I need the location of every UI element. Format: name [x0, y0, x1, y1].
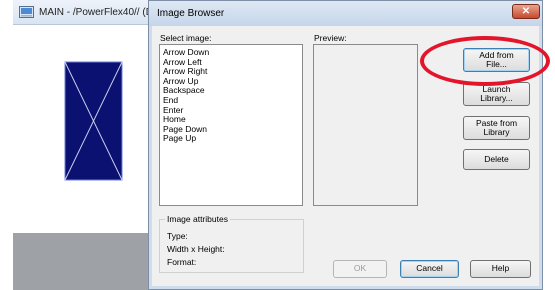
dialog-title: Image Browser [157, 8, 225, 19]
delete-button[interactable]: Delete [463, 149, 530, 170]
launch-library-line2: Library... [480, 93, 513, 103]
help-label: Help [491, 263, 510, 274]
width-height-label: Width x Height: [167, 244, 225, 254]
red-highlight-ellipse [420, 36, 550, 86]
type-label: Type: [167, 231, 188, 241]
paste-from-library-line2: Library [483, 127, 510, 137]
selected-graphic-thumbnail[interactable] [13, 25, 160, 233]
help-button[interactable]: Help [470, 260, 531, 278]
screen-canvas [13, 25, 160, 233]
paste-from-library-button[interactable]: Paste from Library [463, 116, 530, 140]
ok-button[interactable]: OK [333, 260, 387, 278]
preview-pane [313, 44, 418, 206]
cancel-button[interactable]: Cancel [400, 260, 459, 278]
preview-label: Preview: [314, 33, 347, 43]
list-item[interactable]: Backspace [163, 86, 302, 96]
close-button[interactable]: ✕ [512, 4, 540, 19]
delete-label: Delete [484, 153, 509, 164]
ok-label: OK [353, 263, 367, 274]
dialog-titlebar[interactable]: Image Browser [148, 0, 543, 26]
list-item[interactable]: Page Up [163, 134, 302, 144]
format-label: Format: [167, 257, 197, 267]
workspace-gray-area [13, 233, 160, 290]
screen-display-icon [19, 6, 34, 18]
image-listbox[interactable]: Arrow Down Arrow Left Arrow Right Arrow … [159, 44, 303, 206]
cancel-label: Cancel [416, 263, 443, 274]
close-icon: ✕ [521, 6, 531, 17]
image-attributes-legend: Image attributes [165, 214, 230, 224]
select-image-label: Select image: [160, 33, 212, 43]
list-item[interactable]: End [163, 95, 302, 106]
main-window-title: MAIN - /PowerFlex40// (D [39, 6, 153, 18]
